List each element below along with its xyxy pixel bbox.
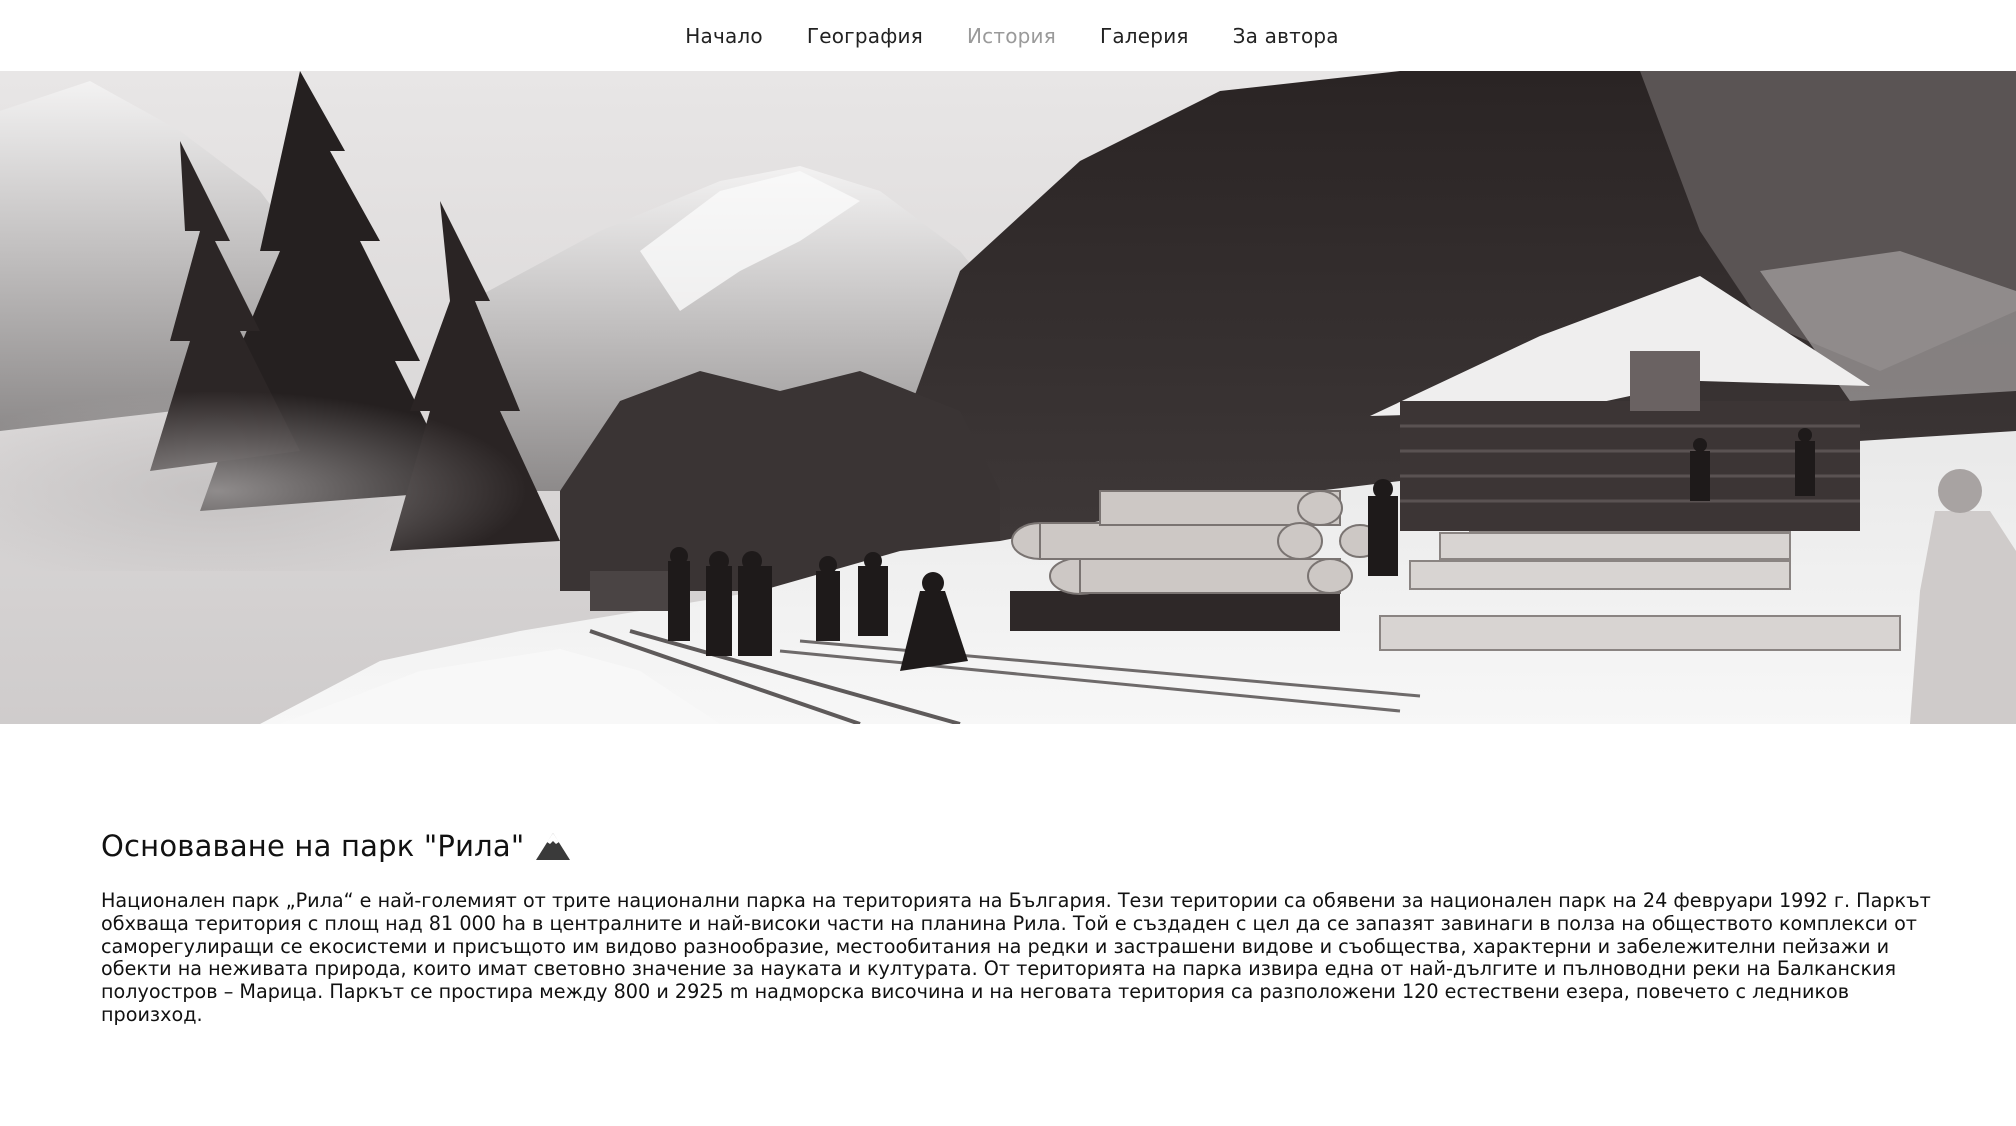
article-body: Национален парк „Рила“ е най-големият от…	[101, 889, 1931, 1026]
mountain-icon	[534, 830, 572, 862]
nav-item-about-author[interactable]: За автора	[1233, 24, 1339, 48]
main-nav: Начало География История Галерия За авто…	[0, 0, 2016, 71]
hero-photo	[0, 71, 2016, 724]
nav-item-geography[interactable]: География	[807, 24, 923, 48]
hero-image	[0, 71, 2016, 724]
nav-item-gallery[interactable]: Галерия	[1100, 24, 1189, 48]
article: Основаване на парк "Рила" Национален пар…	[101, 822, 1931, 1046]
article-title-row: Основаване на парк "Рила"	[101, 822, 1931, 870]
nav-item-home[interactable]: Начало	[685, 24, 763, 48]
nav-item-history[interactable]: История	[967, 24, 1056, 48]
page-title: Основаване на парк "Рила"	[101, 829, 525, 863]
